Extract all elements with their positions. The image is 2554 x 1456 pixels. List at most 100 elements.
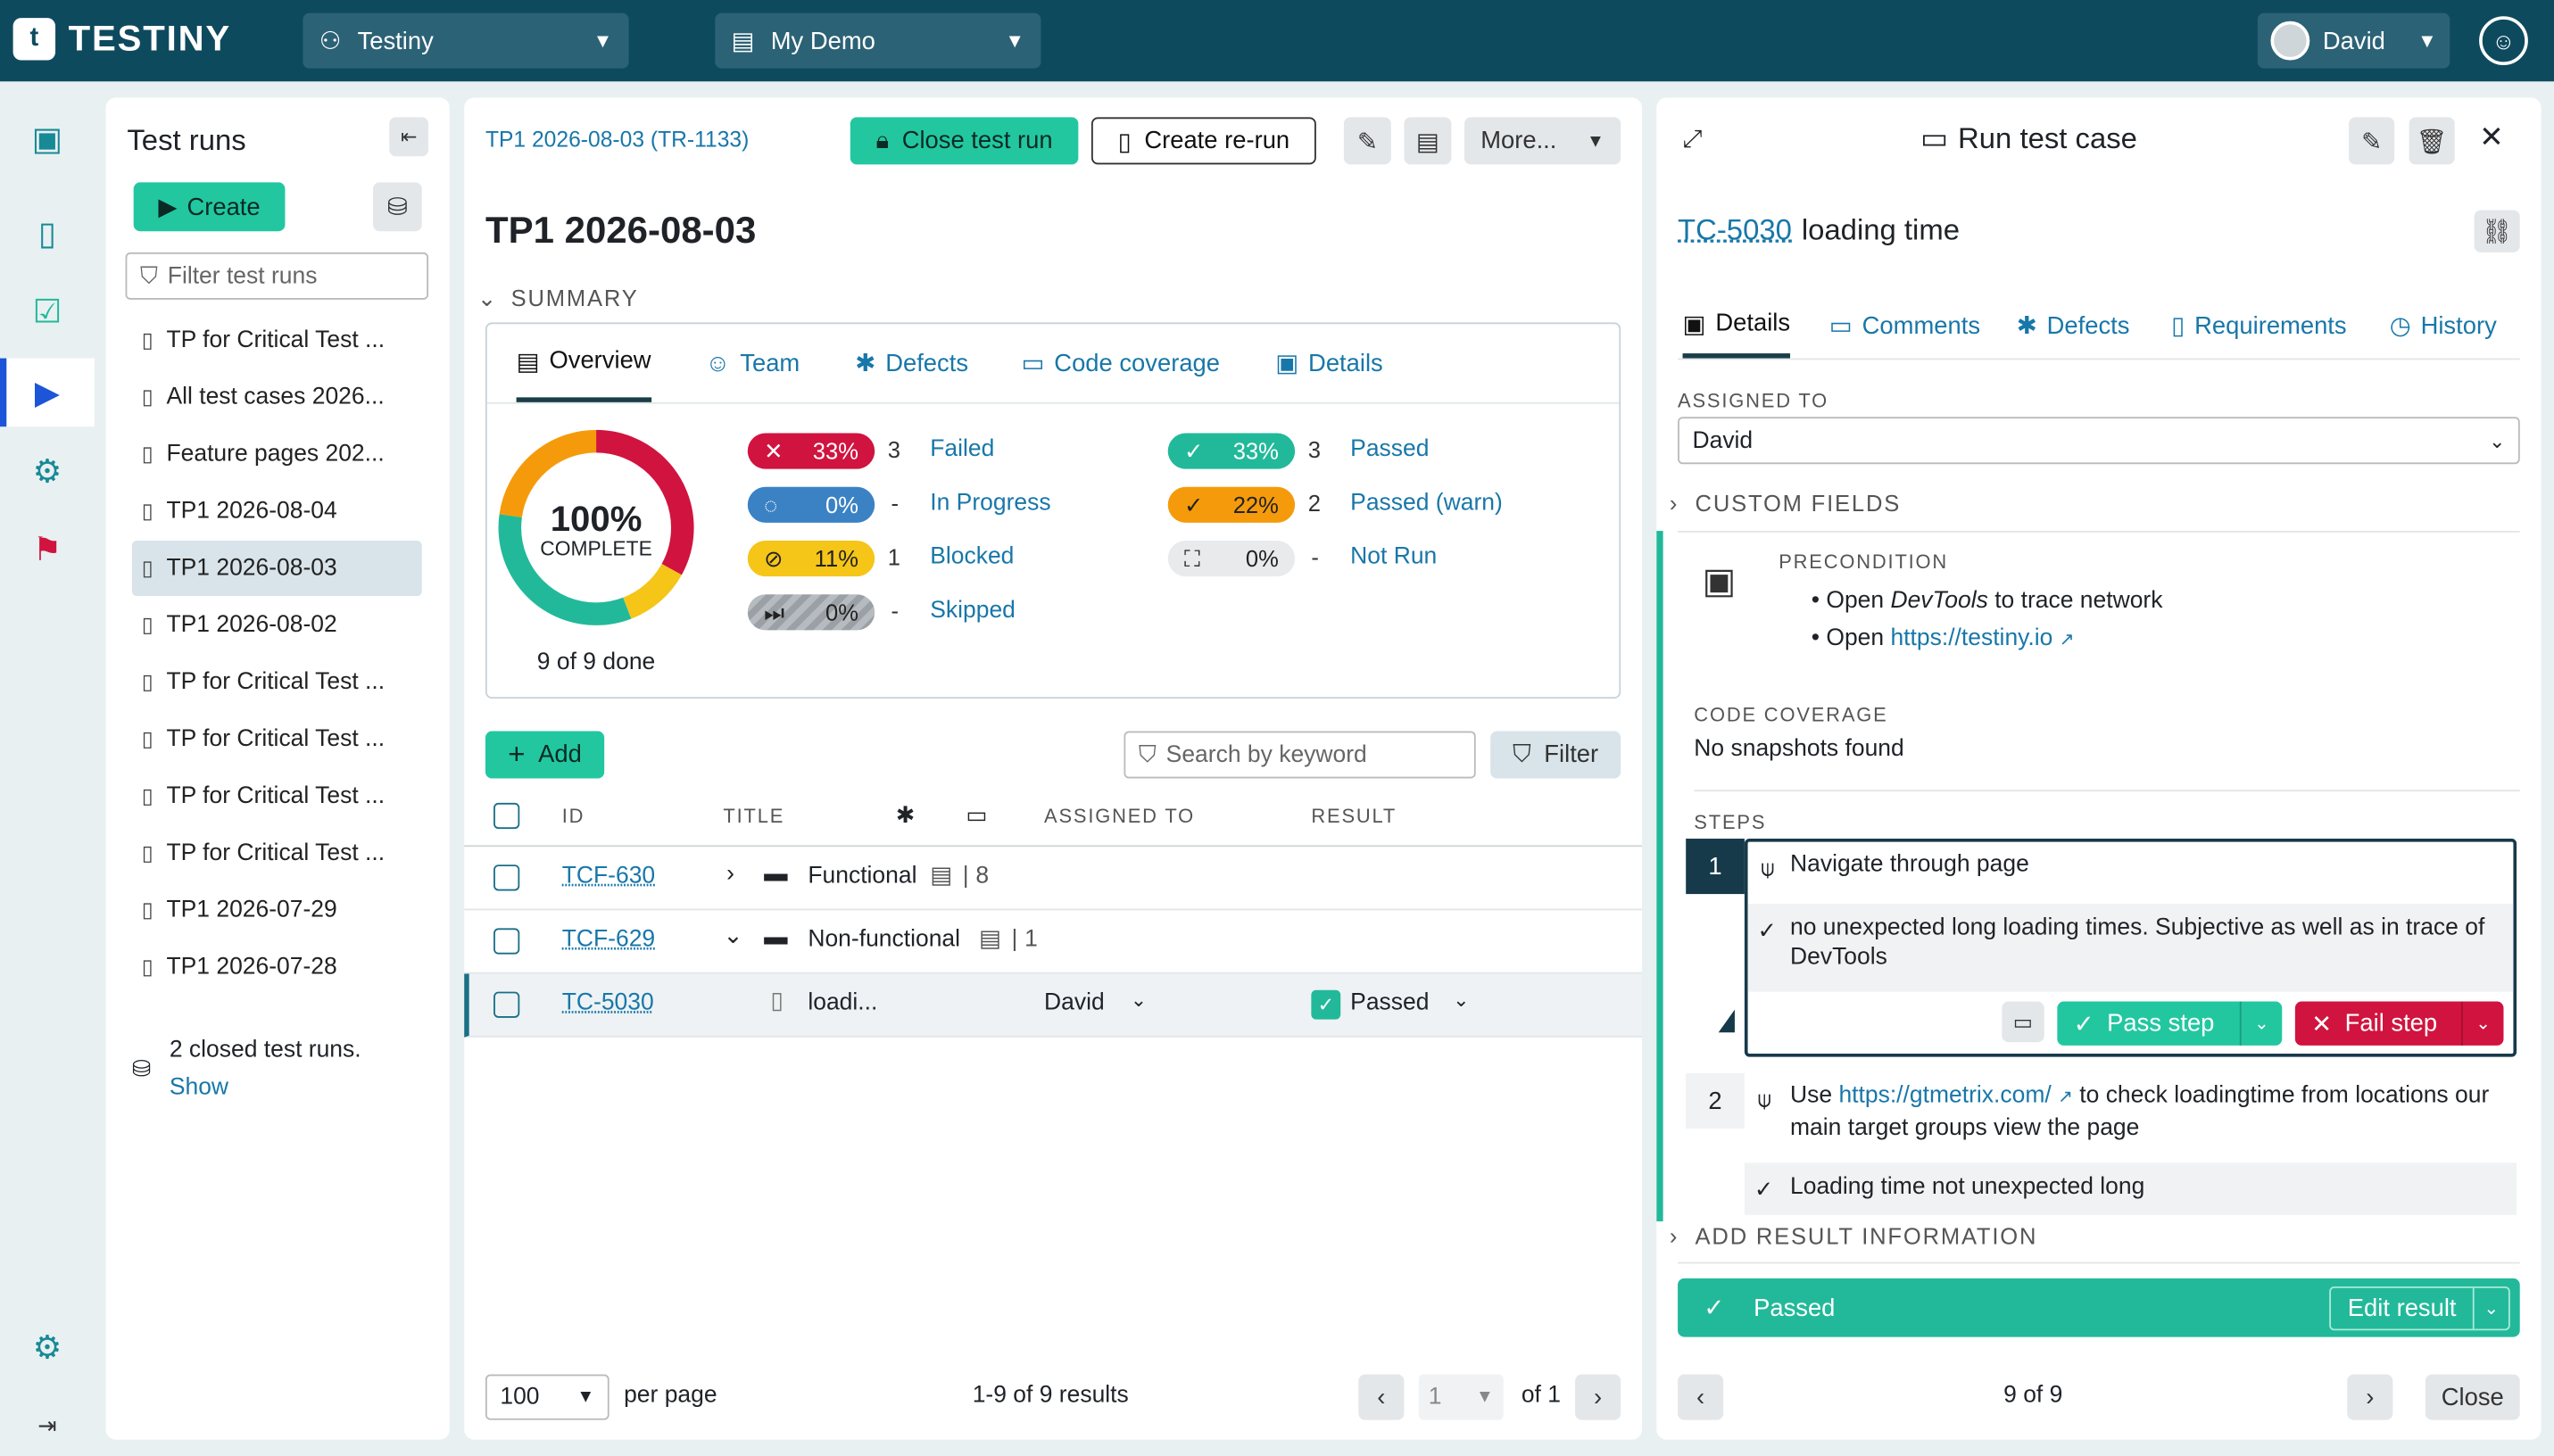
run-item[interactable]: ▯ TP1 2026-08-04 — [132, 484, 422, 539]
tab-requirements[interactable]: ▯ Requirements — [2171, 294, 2347, 359]
run-item[interactable]: ▯ TP1 2026-07-29 — [132, 882, 422, 938]
test-cases-icon[interactable]: ▯ — [26, 211, 68, 253]
filter-input[interactable]: ⛉ Filter test runs — [125, 252, 429, 300]
archive-icon[interactable]: ⛁ — [372, 182, 422, 232]
run-item-selected[interactable]: ▯ TP1 2026-08-03 — [131, 540, 422, 597]
breadcrumb[interactable]: TP1 2026-08-03 (TR-1133) — [485, 127, 749, 151]
milestones-flag-icon[interactable]: ⚑ — [26, 527, 68, 569]
run-item[interactable]: ▯ TP for Critical Test ... — [132, 655, 422, 710]
create-rerun-button[interactable]: ▯ Create re-run — [1090, 117, 1316, 165]
app-logo[interactable]: t TESTINY — [12, 18, 231, 61]
pass-step-button[interactable]: ✓ Pass step ⌄ — [2057, 1001, 2283, 1046]
show-closed-link[interactable]: Show — [170, 1075, 228, 1101]
prev-page-button[interactable]: ‹ — [1358, 1374, 1405, 1420]
summary-section-toggle[interactable]: ⌄ SUMMARY — [477, 285, 639, 312]
more-button[interactable]: More... ▼ — [1464, 117, 1621, 165]
chevron-right-icon[interactable]: › — [726, 862, 734, 888]
link-icon[interactable]: ⛓ — [2474, 210, 2520, 252]
testiny-link[interactable]: https://testiny.io — [1890, 625, 2052, 651]
run-item[interactable]: ▯ TP for Critical Test ... — [132, 312, 422, 368]
tab-code-coverage[interactable]: ▭ Code coverage — [1021, 324, 1220, 402]
skipped-link[interactable]: Skipped — [930, 598, 1016, 624]
step-1-card[interactable]: ⍦ Navigate through page ✓ no unexpected … — [1744, 839, 2517, 1057]
chevron-down-icon[interactable]: ⌄ — [1131, 989, 1147, 1012]
assigned-select[interactable]: David ⌄ — [1678, 417, 2520, 465]
user-menu[interactable]: David ▼ — [2257, 12, 2450, 69]
custom-fields-toggle[interactable]: › CUSTOM FIELDS — [1670, 490, 1901, 516]
col-result[interactable]: RESULT — [1311, 805, 1397, 828]
chevron-down-icon[interactable]: ⌄ — [2461, 1001, 2503, 1046]
run-item[interactable]: ▯ TP for Critical Test ... — [132, 712, 422, 767]
testcase-id-link[interactable]: TC-5030 — [1678, 213, 1792, 247]
col-id[interactable]: ID — [562, 805, 585, 828]
chevron-down-icon[interactable]: ⌄ — [2239, 1001, 2282, 1046]
expand-icon[interactable]: ⤢ — [1683, 126, 1703, 153]
project-selector[interactable]: ⚇ Testiny ▼ — [303, 12, 629, 69]
col-assigned[interactable]: ASSIGNED TO — [1044, 805, 1195, 828]
table-row[interactable]: TCF-629 ⌄ ▬ Non-functional ▤ | 1 — [464, 910, 1642, 974]
trash-icon[interactable]: 🗑︎ — [2409, 117, 2455, 165]
edit-pencil-icon[interactable]: ✎ — [1343, 117, 1391, 165]
row-checkbox[interactable] — [493, 864, 520, 891]
prev-case-button[interactable]: ‹ — [1678, 1374, 1724, 1420]
dashboard-icon[interactable]: ▣ — [26, 117, 68, 159]
passed-warn-link[interactable]: Passed (warn) — [1350, 490, 1503, 516]
next-page-button[interactable]: › — [1575, 1374, 1621, 1420]
blocked-link[interactable]: Blocked — [930, 544, 1014, 570]
not-run-link[interactable]: Not Run — [1350, 544, 1437, 570]
row-checkbox[interactable] — [493, 928, 520, 955]
close-button[interactable]: Close — [2425, 1374, 2520, 1420]
add-result-toggle[interactable]: › ADD RESULT INFORMATION — [1670, 1223, 2037, 1249]
feedback-smile-icon[interactable]: ☺ — [2479, 16, 2528, 66]
per-page-select[interactable]: 100 ▼ — [485, 1374, 609, 1420]
page-select[interactable]: 1 ▼ — [1418, 1374, 1504, 1420]
next-case-button[interactable]: › — [2347, 1374, 2393, 1420]
create-button[interactable]: ▶ Create — [133, 182, 286, 232]
passed-link[interactable]: Passed — [1350, 436, 1429, 462]
close-test-run-button[interactable]: 🔒︎ Close test run — [850, 117, 1079, 165]
demo-selector[interactable]: ▤ My Demo ▼ — [715, 12, 1041, 69]
collapse-icon[interactable]: ⇥ — [26, 1403, 68, 1445]
gtmetrix-link[interactable]: https://gtmetrix.com/ — [1838, 1083, 2051, 1109]
comment-step-icon[interactable]: ▭ — [2002, 1001, 2044, 1043]
tab-defects[interactable]: ✱ Defects — [855, 324, 968, 402]
add-button[interactable]: + Add — [485, 731, 605, 779]
run-item[interactable]: ▯ Feature pages 202... — [132, 426, 422, 482]
tab-defects[interactable]: ✱ Defects — [2017, 294, 2130, 359]
testcase-title[interactable]: loadi... — [808, 990, 877, 1016]
select-all-checkbox[interactable] — [493, 802, 520, 830]
filter-button[interactable]: ⛉ Filter — [1490, 731, 1621, 779]
row-id-link[interactable]: TCF-630 — [562, 863, 655, 889]
run-item[interactable]: ▯ TP1 2026-08-02 — [132, 598, 422, 653]
table-row-selected[interactable]: TC-5030 ▯ loadi... David ⌄ ✓ Passed ⌄ — [464, 973, 1642, 1038]
edit-result-button[interactable]: Edit result ⌄ — [2329, 1286, 2510, 1330]
run-item[interactable]: ▯ TP for Critical Test ... — [132, 825, 422, 881]
close-icon[interactable]: ✕ — [2479, 120, 2504, 154]
tab-overview[interactable]: ▤ Overview — [516, 324, 651, 402]
settings-icon[interactable]: ⚙ — [26, 1326, 68, 1368]
col-title[interactable]: TITLE — [723, 805, 784, 828]
row-id-link[interactable]: TCF-629 — [562, 927, 655, 953]
chevron-down-icon[interactable]: ⌄ — [723, 923, 742, 949]
step-2-card[interactable]: ⍦ Use https://gtmetrix.com/ ↗ to check l… — [1744, 1072, 2517, 1215]
collapse-panel-icon[interactable]: ⇤ — [389, 117, 429, 157]
in-progress-link[interactable]: In Progress — [930, 490, 1050, 516]
table-row[interactable]: TCF-630 › ▬ Functional ▤ | 8 — [464, 847, 1642, 911]
tab-team[interactable]: ☺ Team — [705, 324, 800, 402]
chevron-down-icon[interactable]: ⌄ — [1453, 989, 1469, 1012]
test-runs-icon[interactable]: ▶ — [26, 371, 68, 413]
row-checkbox[interactable] — [493, 991, 520, 1018]
tab-comments[interactable]: ▭ Comments — [1829, 294, 1980, 359]
tab-details[interactable]: ▣ Details — [1275, 324, 1383, 402]
chevron-down-icon[interactable]: ⌄ — [2472, 1286, 2508, 1328]
tab-details[interactable]: ▣ Details — [1682, 294, 1791, 359]
failed-link[interactable]: Failed — [930, 436, 994, 462]
result-value[interactable]: Passed — [1350, 990, 1429, 1016]
report-icon[interactable]: ▤ — [1404, 117, 1452, 165]
run-item[interactable]: ▯ TP1 2026-07-28 — [132, 939, 422, 995]
run-item[interactable]: ▯ All test cases 2026... — [132, 369, 422, 425]
test-plans-icon[interactable]: ☑ — [26, 290, 68, 332]
assigned-user[interactable]: David — [1044, 990, 1105, 1016]
fail-step-button[interactable]: ✕ Fail step ⌄ — [2294, 1001, 2504, 1046]
search-input[interactable]: ⛉ Search by keyword — [1124, 731, 1476, 779]
